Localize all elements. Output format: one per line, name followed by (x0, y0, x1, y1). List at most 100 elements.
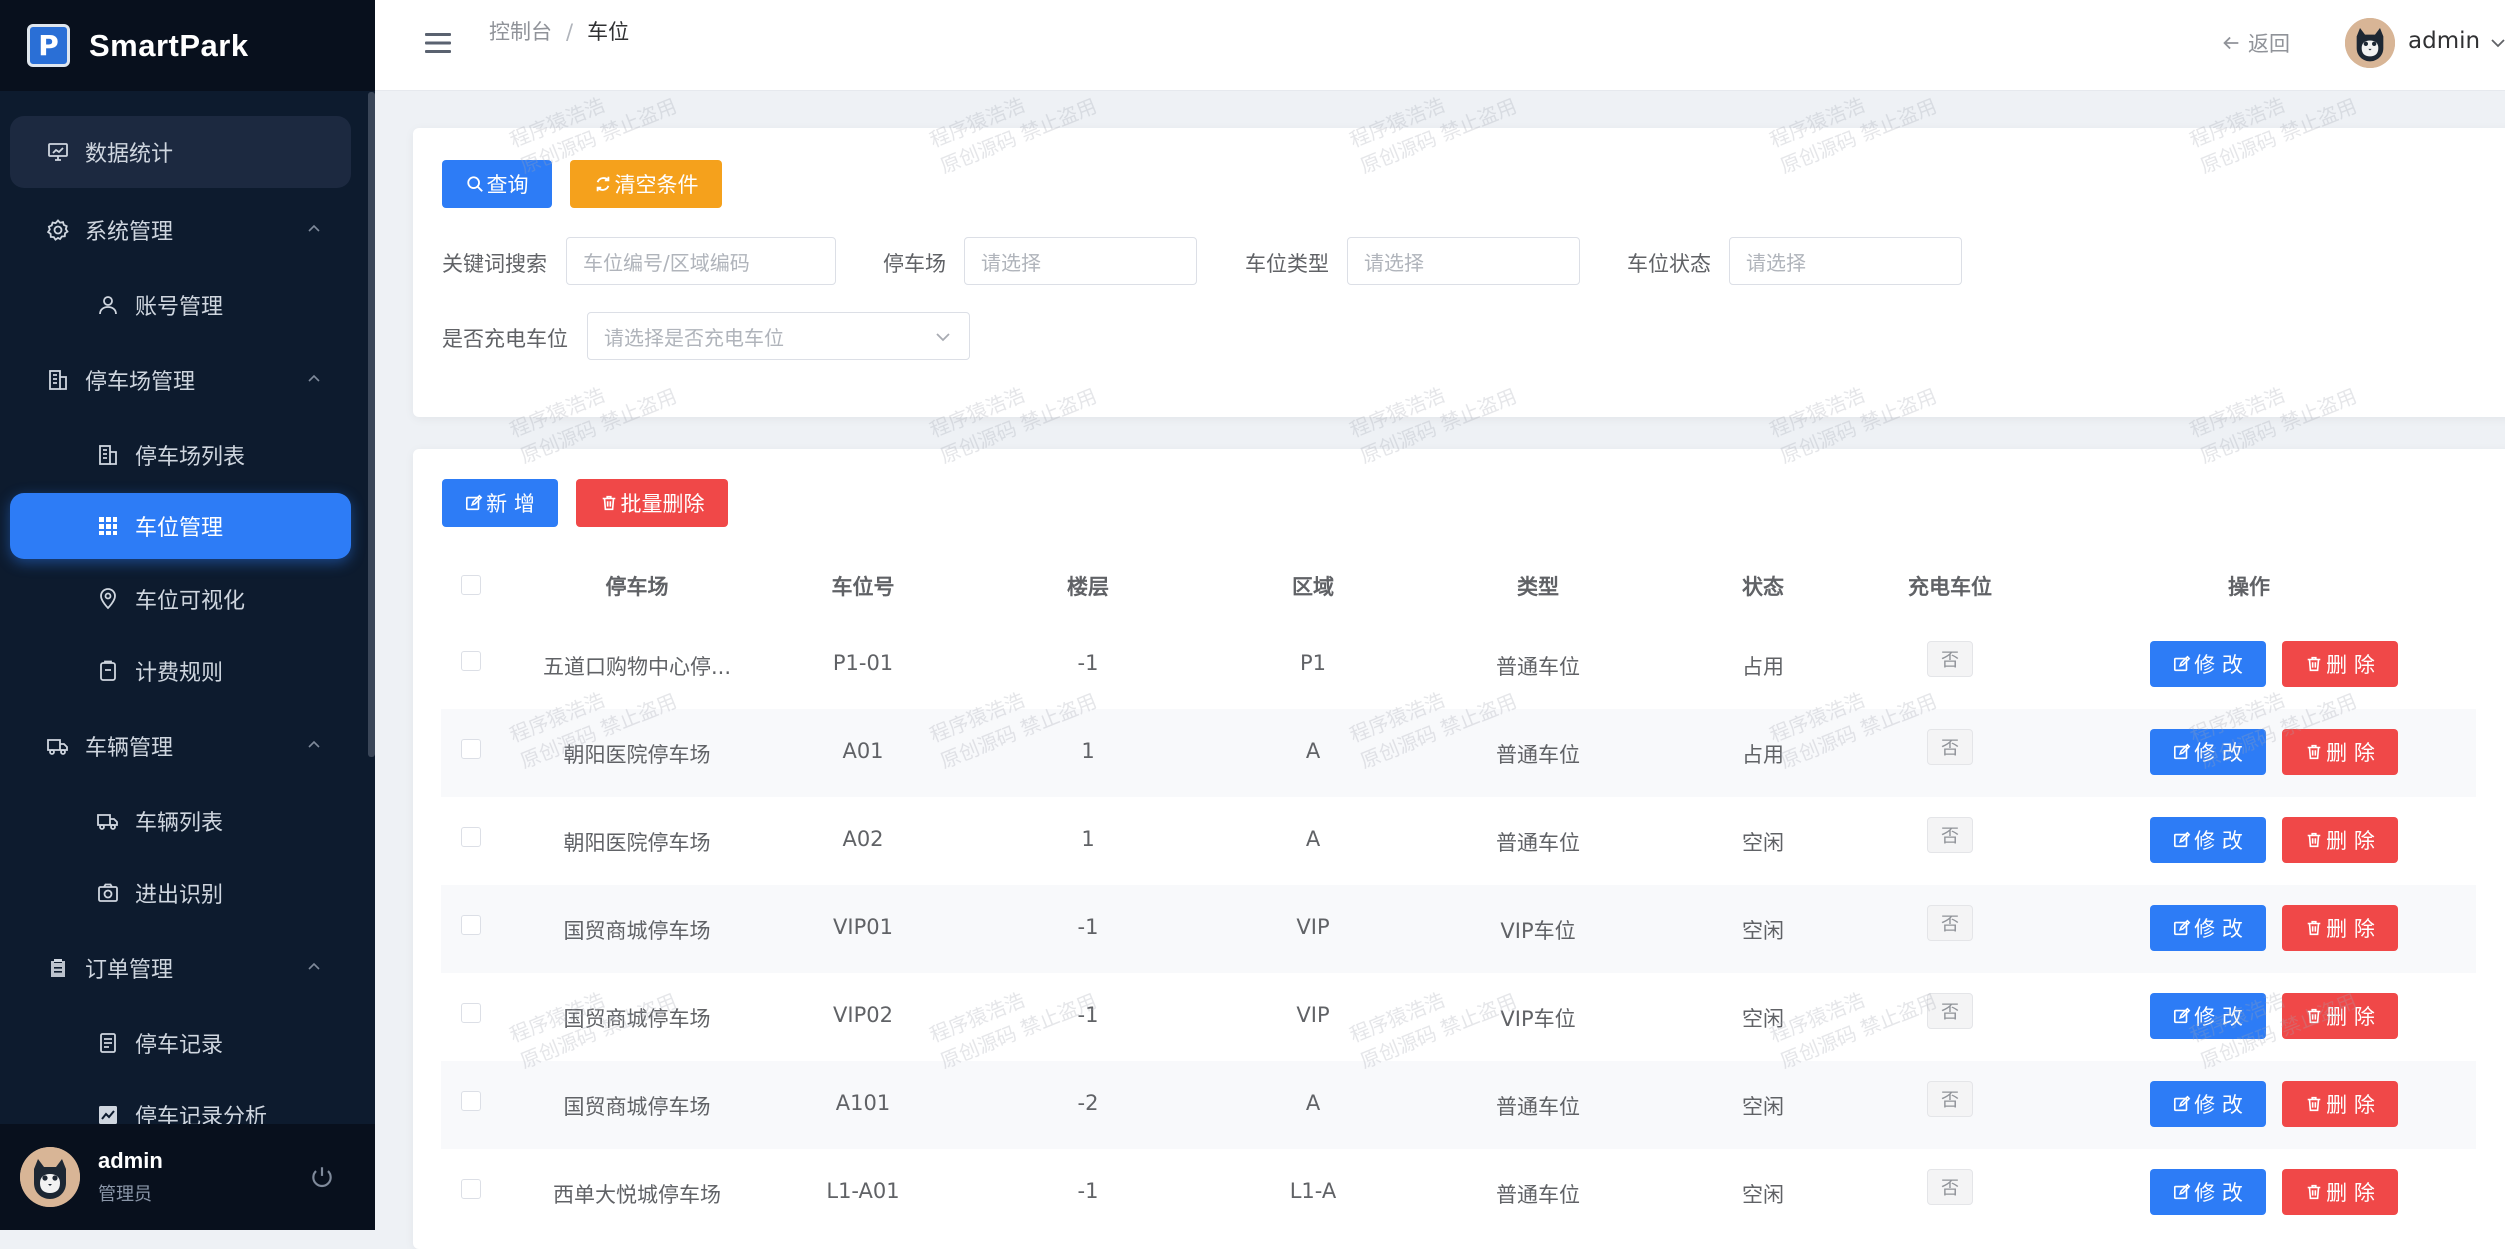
delete-button[interactable]: 删 除 (2282, 641, 2398, 687)
edit-button[interactable]: 修 改 (2150, 729, 2266, 775)
sidebar-item-label: 车辆管理 (85, 736, 174, 761)
edit-button[interactable]: 修 改 (2150, 641, 2266, 687)
add-button[interactable]: 新 增 (442, 479, 558, 527)
user-role: 管理员 (98, 1184, 152, 1205)
edit-label: 修 改 (2194, 653, 2243, 677)
sidebar-item-system[interactable]: 系统管理 (10, 194, 351, 266)
cell-type: 普通车位 (1496, 1183, 1580, 1207)
delete-button[interactable]: 删 除 (2282, 729, 2398, 775)
sidebar-item-label: 车辆列表 (135, 811, 224, 836)
row-checkbox[interactable] (461, 739, 481, 759)
sidebar-scrollbar[interactable] (368, 92, 375, 757)
refresh-icon (596, 176, 609, 192)
col-header-charging[interactable]: 充电车位 (1908, 571, 1992, 601)
sidebar-item-order-mgmt[interactable]: 订单管理 (10, 932, 351, 1004)
breadcrumb-current: 车位 (587, 20, 630, 44)
edit-button[interactable]: 修 改 (2150, 993, 2266, 1039)
building-icon (95, 442, 121, 468)
cell-spot: A02 (842, 827, 884, 851)
charging-select-placeholder: 请选择是否充电车位 (604, 325, 784, 350)
sidebar: P SmartPark 数据统计 系统管理 账号管理 停车场管理 停车场列表 车… (0, 0, 375, 1230)
edit-button[interactable]: 修 改 (2150, 817, 2266, 863)
breadcrumb-home[interactable]: 控制台 (489, 20, 552, 44)
cell-spot: A01 (842, 739, 884, 763)
delete-button[interactable]: 删 除 (2282, 1169, 2398, 1215)
edit-icon (2174, 1095, 2191, 1112)
row-checkbox[interactable] (461, 1179, 481, 1199)
status-select[interactable]: 请选择 (1729, 237, 1962, 285)
row-checkbox[interactable] (461, 1003, 481, 1023)
query-button[interactable]: 查询 (442, 160, 552, 208)
cell-type: 普通车位 (1496, 1095, 1580, 1119)
back-button[interactable]: 返回 (2220, 28, 2290, 58)
type-select[interactable]: 请选择 (1347, 237, 1580, 285)
header-avatar[interactable] (2345, 18, 2395, 68)
clear-button[interactable]: 清空条件 (570, 160, 722, 208)
col-header-status[interactable]: 状态 (1742, 571, 1784, 601)
sidebar-item-parking-mgmt[interactable]: 停车场管理 (10, 344, 351, 416)
edit-button[interactable]: 修 改 (2150, 1081, 2266, 1127)
sidebar-item-parking-records[interactable]: 停车记录 (10, 1007, 351, 1079)
avatar[interactable] (20, 1147, 80, 1207)
cell-area: VIP (1296, 915, 1330, 939)
cell-floor: -1 (1077, 1179, 1099, 1203)
charging-tag: 否 (1927, 817, 1973, 853)
row-checkbox[interactable] (461, 1091, 481, 1111)
cell-area: A (1305, 827, 1321, 851)
col-header-type[interactable]: 类型 (1517, 571, 1559, 601)
cell-floor: -1 (1077, 1003, 1099, 1027)
chevron-down-icon[interactable] (2490, 36, 2505, 50)
delete-button[interactable]: 删 除 (2282, 993, 2398, 1039)
cell-spot: A101 (835, 1091, 891, 1115)
col-header-area[interactable]: 区域 (1292, 571, 1334, 601)
sidebar-item-accounts[interactable]: 账号管理 (10, 269, 351, 341)
document-icon (95, 1030, 121, 1056)
select-all-checkbox[interactable] (461, 575, 481, 595)
cell-area: L1-A (1289, 1179, 1337, 1203)
sidebar-item-entry-recognition[interactable]: 进出识别 (10, 857, 351, 929)
delete-button[interactable]: 删 除 (2282, 1081, 2398, 1127)
cell-lot: 朝阳医院停车场 (563, 743, 711, 767)
sidebar-item-spot-mgmt[interactable]: 车位管理 (10, 493, 351, 559)
sidebar-item-vehicle-mgmt[interactable]: 车辆管理 (10, 710, 351, 782)
back-label: 返回 (2248, 32, 2290, 56)
gear-icon (45, 217, 71, 243)
sidebar-item-vehicle-list[interactable]: 车辆列表 (10, 785, 351, 857)
edit-button[interactable]: 修 改 (2150, 1169, 2266, 1215)
power-icon[interactable] (309, 1164, 335, 1190)
batch-delete-button[interactable]: 批量删除 (576, 479, 728, 527)
edit-icon (466, 494, 483, 511)
trash-icon (2307, 656, 2321, 672)
edit-label: 修 改 (2194, 829, 2243, 853)
sidebar-item-spot-visual[interactable]: 车位可视化 (10, 563, 351, 635)
col-header-floor[interactable]: 楼层 (1067, 571, 1109, 601)
row-checkbox[interactable] (461, 827, 481, 847)
lot-select[interactable]: 请选择 (964, 237, 1197, 285)
row-checkbox[interactable] (461, 651, 481, 671)
edit-button[interactable]: 修 改 (2150, 905, 2266, 951)
table-row: 国贸商城停车场 VIP01 -1 VIP VIP车位 空闲 否 修 改 删 除 (441, 885, 2476, 973)
edit-icon (2174, 1007, 2191, 1024)
edit-label: 修 改 (2194, 1181, 2243, 1205)
sidebar-item-parking-list[interactable]: 停车场列表 (10, 419, 351, 491)
cell-status: 占用 (1742, 743, 1784, 767)
chevron-up-icon (308, 962, 320, 970)
keyword-label: 关键词搜索 (442, 252, 547, 276)
keyword-input[interactable]: 车位编号/区域编码 (566, 237, 836, 285)
sidebar-item-data-stats[interactable]: 数据统计 (10, 116, 351, 188)
cell-status: 空闲 (1742, 1183, 1784, 1207)
header-username[interactable]: admin (2408, 28, 2480, 54)
sidebar-item-billing[interactable]: 计费规则 (10, 635, 351, 707)
col-header-spot[interactable]: 车位号 (832, 571, 895, 601)
logo[interactable]: P SmartPark (0, 0, 375, 91)
sidebar-user-panel: admin 管理员 (0, 1124, 375, 1230)
search-icon (466, 176, 483, 192)
delete-button[interactable]: 删 除 (2282, 817, 2398, 863)
cell-floor: -1 (1077, 651, 1099, 675)
delete-button[interactable]: 删 除 (2282, 905, 2398, 951)
sidebar-item-label: 停车场管理 (85, 370, 196, 395)
col-header-lot[interactable]: 停车场 (606, 571, 669, 601)
row-checkbox[interactable] (461, 915, 481, 935)
menu-toggle-icon[interactable] (425, 31, 451, 55)
charging-select[interactable]: 请选择是否充电车位 (587, 312, 970, 360)
